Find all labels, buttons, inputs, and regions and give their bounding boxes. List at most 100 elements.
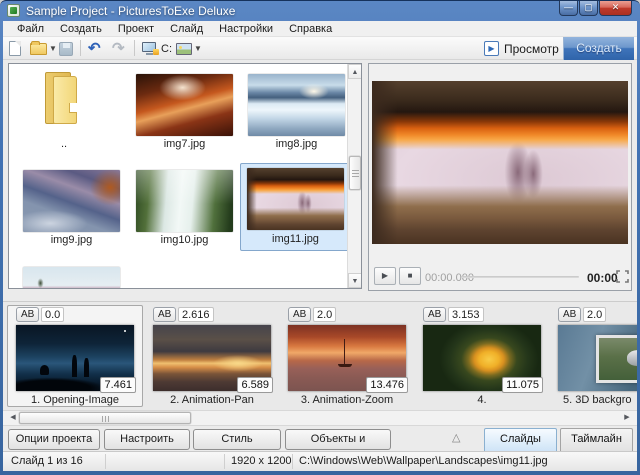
ab-transition-button[interactable]: AB bbox=[288, 307, 311, 322]
minimize-button[interactable]: — bbox=[559, 1, 578, 16]
client-area: Файл Создать Проект Слайд Настройки Спра… bbox=[3, 21, 637, 471]
bird-figure bbox=[627, 350, 637, 366]
partial-thumbnail[interactable] bbox=[23, 267, 120, 289]
titlebar[interactable]: Sample Project - PicturesToExe Deluxe — … bbox=[0, 1, 640, 21]
collapse-triangle-icon[interactable]: △ bbox=[452, 431, 460, 444]
transition-time-badge: 2.616 bbox=[178, 307, 214, 322]
total-time: 00:00 bbox=[587, 271, 618, 285]
menu-settings[interactable]: Настройки bbox=[211, 23, 281, 35]
duration-badge: 6.589 bbox=[237, 377, 273, 393]
play-button[interactable]: ▶ bbox=[374, 267, 396, 285]
duration-badge: 11.075 bbox=[502, 377, 543, 393]
ab-transition-button[interactable]: AB bbox=[423, 307, 446, 322]
menu-slide[interactable]: Слайд bbox=[162, 23, 211, 35]
redo-icon: ↷ bbox=[112, 41, 125, 56]
file-item-label: img9.jpg bbox=[23, 234, 120, 246]
style-button[interactable]: Стиль bbox=[193, 429, 281, 450]
folder-up-icon bbox=[39, 72, 85, 126]
open-dropdown-caret-icon[interactable]: ▼ bbox=[49, 44, 57, 53]
slide-caption: 5. 3D backgro bbox=[555, 394, 637, 406]
slide-2-thumbnail[interactable]: 6.589 bbox=[153, 325, 271, 391]
scroll-right-icon[interactable]: ▶ bbox=[619, 411, 635, 425]
status-file-path: C:\Windows\Web\Wallpaper\Landscapes\img1… bbox=[299, 455, 548, 467]
project-options-button[interactable]: Опции проекта bbox=[8, 429, 100, 450]
ab-transition-button[interactable]: AB bbox=[16, 307, 39, 322]
redo-button[interactable]: ↷ bbox=[112, 40, 125, 57]
img9-thumbnail bbox=[23, 170, 120, 232]
slide-5-thumbnail[interactable] bbox=[558, 325, 637, 391]
app-icon bbox=[7, 4, 20, 17]
close-button[interactable]: ✕ bbox=[599, 1, 632, 16]
menubar: Файл Создать Проект Слайд Настройки Спра… bbox=[3, 21, 637, 37]
slide-caption: 4. bbox=[417, 394, 547, 406]
preview-label: Просмотр bbox=[504, 42, 559, 56]
preview-play-icon: ▶ bbox=[484, 41, 499, 56]
ab-transition-button[interactable]: AB bbox=[558, 307, 581, 322]
menu-file[interactable]: Файл bbox=[9, 23, 52, 35]
img10-thumbnail bbox=[136, 170, 233, 232]
ab-transition-button[interactable]: AB bbox=[153, 307, 176, 322]
vertical-scrollbar[interactable]: ▲ ▼ bbox=[347, 64, 361, 288]
slide-4-thumbnail[interactable]: 11.075 bbox=[423, 325, 541, 391]
fullscreen-icon[interactable] bbox=[616, 270, 629, 283]
preview-image[interactable] bbox=[372, 81, 628, 244]
file-item-img11-selected[interactable]: img11.jpg bbox=[240, 163, 349, 251]
toolbar: ▼ ↶ ↷ C: ▼ ▶ Просмотр bbox=[3, 37, 637, 60]
img11-thumbnail bbox=[247, 168, 344, 230]
vscroll-thumb[interactable] bbox=[349, 156, 361, 190]
stop-button[interactable]: ■ bbox=[399, 267, 421, 285]
open-folder-icon bbox=[30, 43, 47, 55]
slide-1-thumbnail[interactable]: 7.461 bbox=[16, 325, 134, 391]
undo-button[interactable]: ↶ bbox=[88, 40, 101, 57]
file-item-label: img11.jpg bbox=[247, 233, 344, 245]
slide-caption: 3. Animation-Zoom bbox=[282, 394, 412, 406]
status-separator bbox=[292, 454, 293, 469]
tab-slides[interactable]: Слайды bbox=[484, 428, 557, 451]
status-resolution: 1920 x 1200 bbox=[231, 455, 292, 467]
file-item-label: img10.jpg bbox=[136, 234, 233, 246]
duration-badge: 7.461 bbox=[100, 377, 136, 393]
new-document-icon bbox=[9, 41, 21, 56]
elapsed-time: 00:00.000 bbox=[425, 272, 474, 284]
duration-badge: 13.476 bbox=[366, 377, 408, 393]
file-browser-panel: .. img7.jpg img8.jpg img9.jpg img10.jpg … bbox=[8, 63, 362, 289]
new-project-button[interactable] bbox=[9, 40, 21, 57]
customize-slide-button[interactable]: Настроить слайд bbox=[104, 429, 190, 450]
img8-thumbnail bbox=[248, 74, 345, 136]
file-item-label: .. bbox=[19, 138, 109, 150]
window-title: Sample Project - PicturesToExe Deluxe bbox=[26, 4, 235, 18]
horizontal-scrollbar[interactable]: ◀ ▶ bbox=[3, 410, 637, 426]
drive-label: C: bbox=[161, 43, 172, 55]
toolbar-separator bbox=[134, 40, 135, 56]
hscroll-thumb[interactable] bbox=[19, 412, 191, 424]
menu-create[interactable]: Создать bbox=[52, 23, 110, 35]
view-mode-button[interactable]: ▼ bbox=[176, 40, 202, 57]
create-tab[interactable]: Создать bbox=[563, 37, 634, 60]
statusbar: Слайд 1 из 16 1920 x 1200 C:\Windows\Web… bbox=[3, 451, 637, 471]
image-view-icon bbox=[176, 43, 192, 55]
scroll-up-icon[interactable]: ▲ bbox=[348, 64, 362, 79]
status-separator bbox=[105, 454, 106, 469]
view-dropdown-caret-icon[interactable]: ▼ bbox=[194, 44, 202, 53]
status-slide-info: Слайд 1 из 16 bbox=[11, 455, 83, 467]
app-window: Sample Project - PicturesToExe Deluxe — … bbox=[0, 0, 640, 475]
maximize-button[interactable]: ▢ bbox=[579, 1, 598, 16]
tab-timeline[interactable]: Таймлайн bbox=[560, 428, 633, 451]
open-button[interactable]: ▼ bbox=[30, 40, 57, 57]
slide-caption: 2. Animation-Pan bbox=[147, 394, 277, 406]
save-button[interactable] bbox=[59, 40, 73, 57]
scroll-down-icon[interactable]: ▼ bbox=[348, 273, 362, 288]
slide-list: AB 0.0 7.461 1. Opening-Image AB 2.616 6… bbox=[3, 301, 637, 410]
seek-slider[interactable] bbox=[461, 276, 579, 278]
slide-3-thumbnail[interactable]: 13.476 bbox=[288, 325, 406, 391]
img7-thumbnail bbox=[136, 74, 233, 136]
drive-selector[interactable]: C: bbox=[142, 40, 172, 57]
preview-button[interactable]: ▶ Просмотр bbox=[484, 40, 559, 57]
transition-time-badge: 2.0 bbox=[583, 307, 606, 322]
menu-help[interactable]: Справка bbox=[281, 23, 340, 35]
bottom-toolbar: Опции проекта Настроить слайд Стиль Объе… bbox=[3, 428, 637, 451]
objects-animation-button[interactable]: Объекты и анимация bbox=[285, 429, 391, 450]
menu-project[interactable]: Проект bbox=[110, 23, 162, 35]
framed-photo bbox=[596, 335, 637, 383]
transport-bar: ▶ ■ 00:00.000 00:00 bbox=[369, 264, 631, 290]
